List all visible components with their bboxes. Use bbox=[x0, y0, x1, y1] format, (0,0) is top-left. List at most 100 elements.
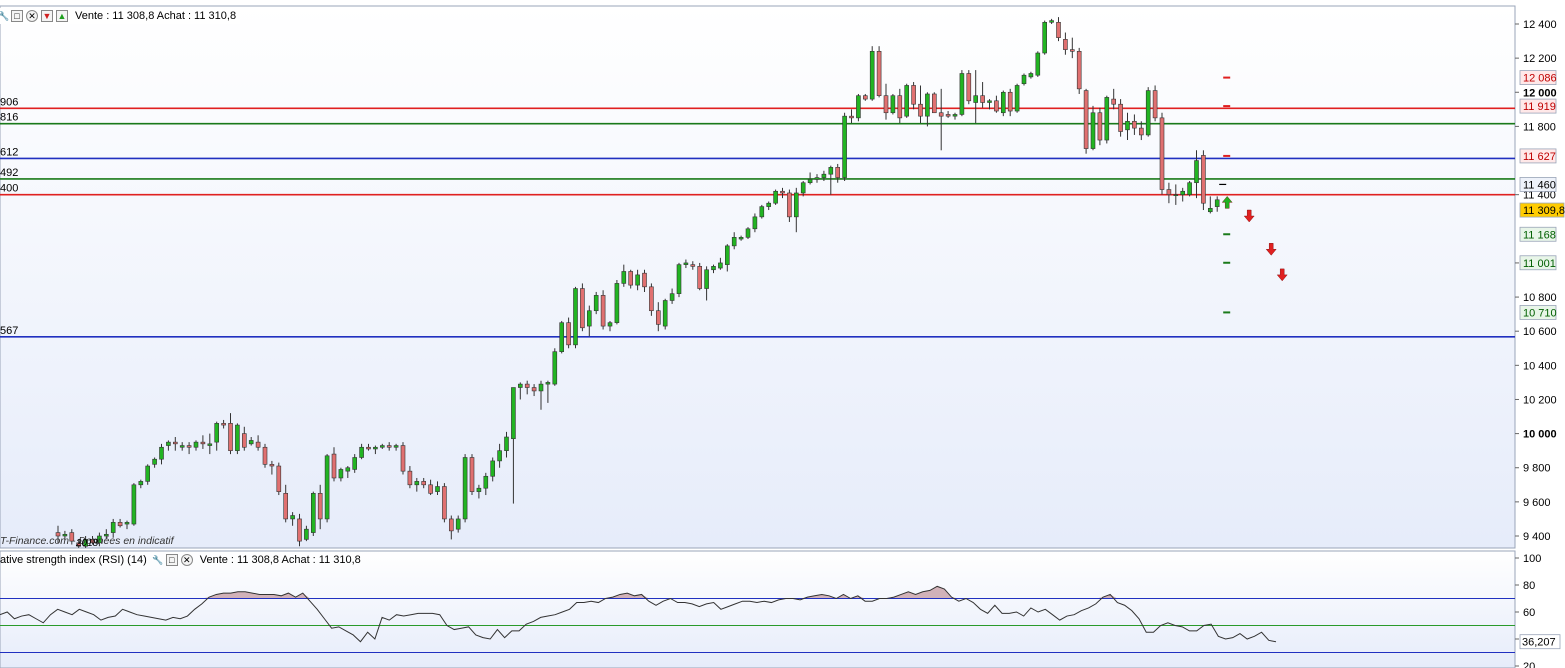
y-tick-label: 12 400 bbox=[1523, 19, 1557, 31]
candle-body bbox=[973, 95, 979, 103]
candle-body bbox=[704, 269, 709, 289]
candle-body bbox=[290, 515, 295, 520]
candle-body bbox=[1214, 199, 1220, 207]
candle bbox=[1014, 83, 1020, 113]
candle-body bbox=[876, 51, 882, 96]
wrench-icon[interactable]: 🔧 bbox=[0, 10, 10, 22]
candle bbox=[400, 442, 406, 475]
wrench-icon[interactable]: 🔧 bbox=[152, 554, 163, 566]
candle-body bbox=[511, 387, 516, 440]
candle-body bbox=[435, 486, 440, 492]
price-badge-label: 11 309,8 bbox=[1523, 205, 1565, 217]
candle-body bbox=[738, 237, 744, 240]
candle-body bbox=[428, 484, 433, 494]
candle bbox=[580, 283, 585, 332]
candle-body bbox=[1125, 120, 1130, 131]
candle-body bbox=[324, 455, 330, 520]
candle bbox=[869, 46, 875, 101]
candle-body bbox=[1111, 98, 1116, 105]
candle-body bbox=[649, 286, 654, 312]
candle-body bbox=[235, 424, 240, 451]
candle-body bbox=[952, 114, 958, 117]
window-icon[interactable]: □ bbox=[11, 10, 23, 22]
candle-body bbox=[1007, 91, 1013, 112]
candle-body bbox=[621, 271, 627, 284]
candle-body bbox=[904, 85, 910, 117]
candle-body bbox=[635, 274, 640, 286]
candle bbox=[649, 283, 654, 316]
candle bbox=[1021, 73, 1027, 86]
candle-body bbox=[1000, 91, 1006, 114]
candle bbox=[787, 189, 792, 222]
candle-body bbox=[586, 310, 592, 327]
candle-body bbox=[1097, 112, 1103, 141]
candle-body bbox=[752, 216, 758, 230]
candle-body bbox=[1063, 39, 1068, 50]
candle-body bbox=[269, 464, 275, 467]
level-label: 816 bbox=[0, 112, 18, 124]
rsi-y-tick-label: 20 bbox=[1523, 661, 1535, 668]
candle-body bbox=[669, 293, 675, 301]
candle-body bbox=[545, 382, 551, 385]
candle-body bbox=[800, 182, 806, 194]
candle-body bbox=[869, 51, 875, 100]
price-badge-label: 11 001 bbox=[1523, 258, 1556, 270]
candle-body bbox=[110, 522, 116, 533]
candle-body bbox=[835, 167, 841, 178]
candle-body bbox=[676, 264, 682, 294]
candle-body bbox=[642, 272, 647, 288]
candle-body bbox=[1208, 208, 1213, 213]
candle-body bbox=[580, 288, 585, 329]
arrow-down-icon[interactable]: ▼ bbox=[41, 10, 53, 22]
candle-body bbox=[531, 387, 537, 392]
candle-body bbox=[483, 475, 489, 489]
candle-body bbox=[711, 266, 716, 271]
candle-body bbox=[849, 115, 854, 119]
candle-body bbox=[304, 528, 309, 540]
candle-body bbox=[504, 436, 509, 451]
level-label: 492 bbox=[0, 167, 18, 179]
candle-body bbox=[442, 486, 447, 520]
candle-body bbox=[1194, 160, 1199, 184]
main-toolbar: 🔧 □ ✕ ▼ ▲ Vente : 11 308,8 Achat : 11 31… bbox=[0, 8, 241, 24]
candle bbox=[614, 280, 620, 325]
candle bbox=[552, 348, 558, 386]
candle-body bbox=[697, 266, 703, 289]
window-icon[interactable]: □ bbox=[165, 554, 178, 566]
candle bbox=[310, 491, 316, 536]
candle-body bbox=[352, 457, 358, 470]
candle bbox=[890, 93, 896, 115]
main-quote-text: Vente : 11 308,8 Achat : 11 310,8 bbox=[75, 10, 237, 22]
candle bbox=[1042, 20, 1047, 55]
candle-body bbox=[386, 445, 392, 448]
candle-body bbox=[1187, 182, 1192, 195]
candle-body bbox=[566, 322, 571, 346]
candle-body bbox=[918, 103, 923, 117]
candle bbox=[469, 454, 475, 496]
y-tick-label: 9 600 bbox=[1523, 497, 1551, 509]
candle-body bbox=[552, 351, 558, 385]
y-tick-label: 11 800 bbox=[1523, 121, 1556, 133]
candle-body bbox=[607, 322, 613, 327]
candle bbox=[1076, 47, 1082, 94]
candle-body bbox=[538, 383, 544, 392]
candle-body bbox=[490, 460, 496, 477]
close-icon[interactable]: ✕ bbox=[26, 10, 38, 22]
candle-body bbox=[214, 423, 219, 443]
candle-body bbox=[1166, 189, 1172, 195]
arrow-up-icon[interactable]: ▲ bbox=[56, 10, 68, 22]
candle-body bbox=[373, 446, 378, 450]
close-icon[interactable]: ✕ bbox=[180, 554, 193, 566]
candle-body bbox=[821, 173, 827, 178]
candle-body bbox=[1035, 52, 1041, 76]
candle-body bbox=[1042, 21, 1047, 54]
rsi-y-tick-label: 60 bbox=[1523, 607, 1535, 619]
candle-body bbox=[131, 484, 137, 525]
candle-body bbox=[221, 423, 226, 426]
candle-body bbox=[766, 202, 772, 207]
candle-body bbox=[455, 518, 461, 530]
y-tick-label: 10 800 bbox=[1523, 292, 1557, 304]
candle-body bbox=[945, 114, 951, 117]
candle bbox=[593, 291, 599, 315]
candle bbox=[1035, 51, 1041, 77]
